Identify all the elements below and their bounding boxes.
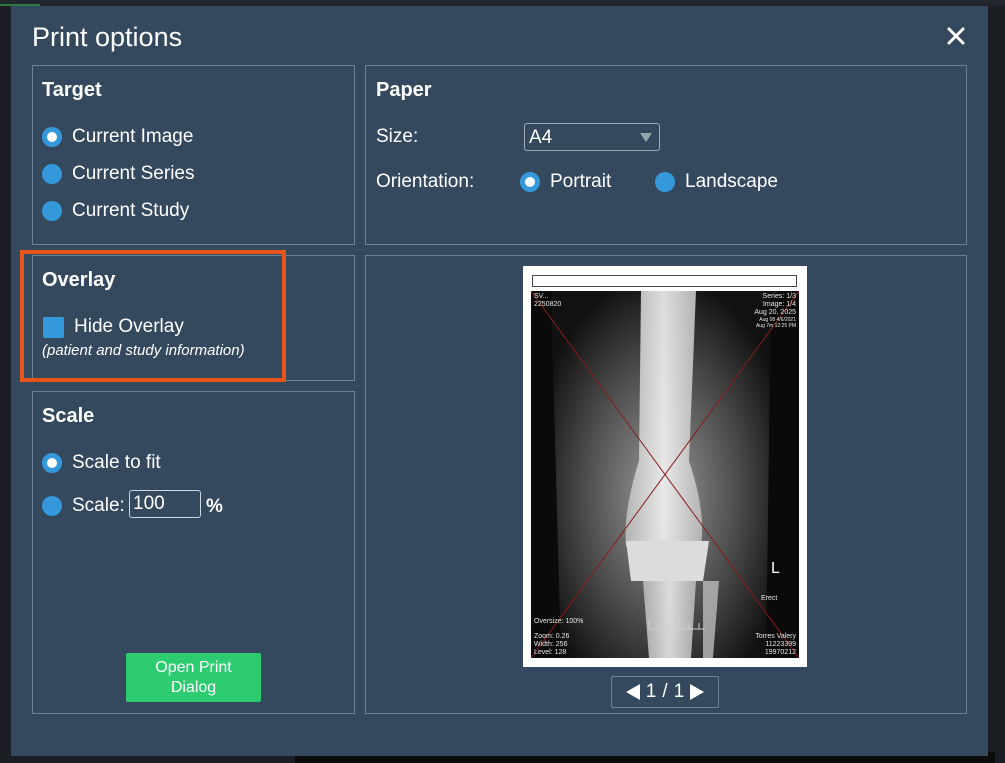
overlay-text: Series: 1/3 (762, 293, 796, 300)
target-option-current-image[interactable]: Current Image (42, 126, 193, 148)
paper-title: Paper (376, 79, 432, 101)
chevron-down-icon (640, 133, 652, 142)
paper-size-label: Size: (376, 126, 419, 147)
radio-checked-icon[interactable] (42, 127, 62, 147)
scale-custom-label: Scale: (72, 495, 125, 516)
radio-checked-icon[interactable] (520, 172, 540, 192)
overlay-text: Aug 20, 2025 (754, 309, 796, 316)
next-page-icon[interactable] (690, 684, 705, 700)
overlay-text: 19970212 (764, 649, 796, 656)
scale-to-fit-label: Scale to fit (72, 452, 161, 473)
target-option-label: Current Image (72, 126, 194, 147)
paper-panel (365, 65, 967, 245)
overlay-top-left: SV... 2250820 (534, 293, 561, 309)
radio-icon[interactable] (42, 164, 62, 184)
overlay-text: 11223399 (765, 641, 796, 648)
scale-custom-option[interactable]: Scale: (42, 495, 125, 517)
radio-icon[interactable] (655, 172, 675, 192)
overlay-text: Image: 1/4 (762, 301, 796, 308)
overlay-text: 2250820 (534, 301, 562, 308)
paper-size-value: A4 (529, 127, 553, 148)
position-text: Erect (761, 595, 778, 602)
radio-icon[interactable] (42, 201, 62, 221)
previous-page-icon[interactable] (625, 684, 640, 700)
target-option-label: Current Series (72, 163, 195, 184)
open-print-dialog-button[interactable]: Open Print Dialog (126, 653, 261, 702)
orientation-option-label: Portrait (550, 171, 612, 192)
xray-knee-graphic (531, 291, 799, 658)
preview-header-box (532, 275, 797, 287)
target-option-current-study[interactable]: Current Study (42, 200, 189, 222)
overlay-top-right: Series: 1/3 Image: 1/4 Aug 20, 2025 Aug … (754, 293, 796, 329)
orientation-option-label: Landscape (685, 171, 778, 192)
orientation-option-landscape[interactable]: Landscape (655, 171, 778, 193)
percent-label: % (206, 496, 223, 517)
annotation-highlight-box (20, 250, 286, 382)
side-marker: L (771, 560, 780, 577)
target-option-label: Current Study (72, 200, 190, 221)
dialog-title: Print options (32, 22, 183, 52)
target-title: Target (42, 79, 102, 101)
orientation-label: Orientation: (376, 171, 475, 192)
overlay-text: SV... (534, 293, 549, 300)
page-separator: / (662, 681, 668, 702)
scale-to-fit-option[interactable]: Scale to fit (42, 452, 161, 474)
paper-size-select[interactable]: A4 (524, 123, 660, 151)
total-pages: 1 (673, 681, 685, 702)
print-preview-page: SV... 2250820 Series: 1/3 Image: 1/4 Aug… (523, 266, 807, 667)
scale-title: Scale (42, 405, 95, 427)
close-icon (947, 27, 965, 45)
close-button[interactable] (944, 24, 970, 50)
overlay-bottom-right: Torres Valery 11223399 19970212 (755, 633, 796, 657)
overlay-text: Zoom: 0.26 (534, 633, 570, 640)
radio-checked-icon[interactable] (42, 453, 62, 473)
ruler-scale-icon (648, 617, 705, 630)
page-navigator: 1 / 1 (611, 676, 719, 708)
overlay-text: Aug 7m 12:25 PM (755, 323, 796, 329)
overlay-text: Torres Valery (755, 633, 796, 640)
target-option-current-series[interactable]: Current Series (42, 163, 195, 185)
overlay-text: Width: 256 (534, 641, 568, 648)
scale-input[interactable] (129, 490, 201, 518)
xray-image: SV... 2250820 Series: 1/3 Image: 1/4 Aug… (531, 291, 799, 658)
overlay-text: Level: 128 (534, 649, 567, 656)
orientation-option-portrait[interactable]: Portrait (520, 171, 611, 193)
overlay-bottom-left: Zoom: 0.26 Width: 256 Level: 128 (534, 633, 569, 657)
current-page: 1 (645, 681, 657, 702)
print-options-dialog: Print options Target Current Image Curre… (11, 6, 988, 756)
oversize-text: Oversize: 100% (534, 618, 584, 625)
radio-icon[interactable] (42, 496, 62, 516)
